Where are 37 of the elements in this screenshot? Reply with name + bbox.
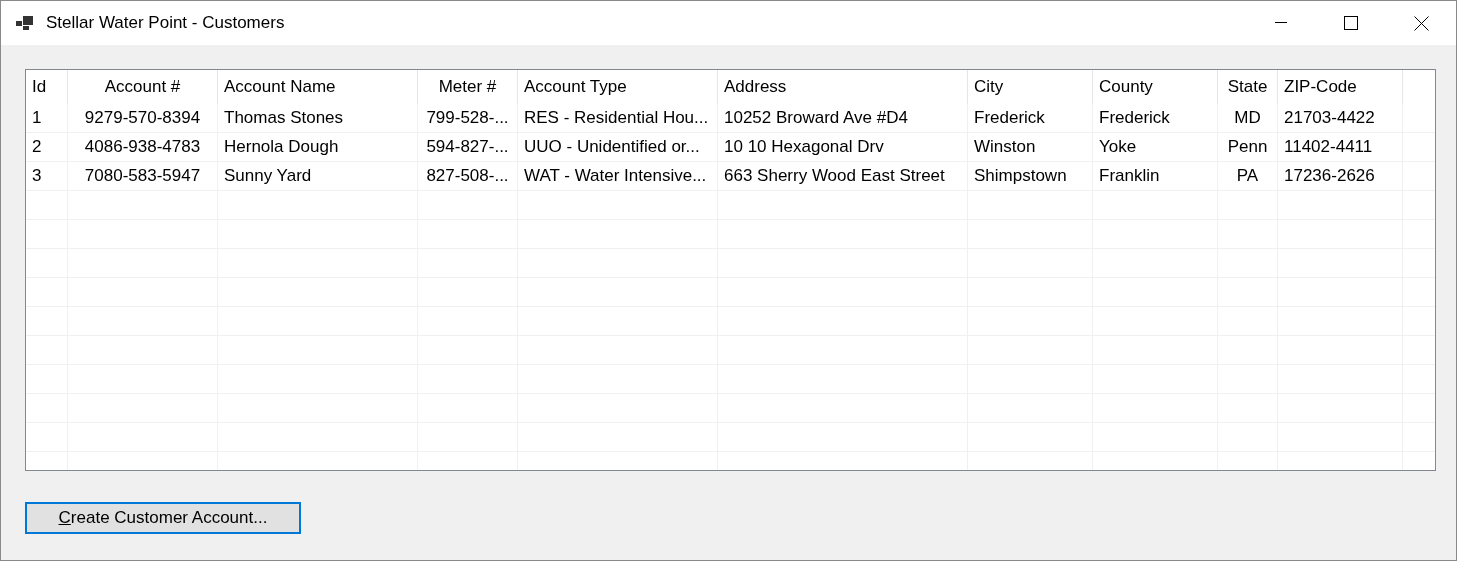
table-cell: Winston — [968, 133, 1093, 162]
customers-list[interactable] — [25, 69, 1436, 471]
table-cell: 4086-938-4783 — [68, 133, 218, 162]
column-header[interactable]: State — [1218, 70, 1278, 104]
column-header[interactable]: City — [968, 70, 1093, 104]
table-cell: 21703-4422 — [1278, 104, 1403, 133]
minimize-icon — [1275, 22, 1287, 24]
table-cell: UUO - Unidentified or... — [518, 133, 718, 162]
table-cell: 1 — [26, 104, 68, 133]
table-cell: MD — [1218, 104, 1278, 133]
table-cell: 594-827-... — [418, 133, 518, 162]
table-cell: Penn — [1218, 133, 1278, 162]
column-header[interactable]: Account # — [68, 70, 218, 104]
create-account-button[interactable]: Create Customer Account... — [25, 502, 301, 534]
column-header[interactable]: Account Name — [218, 70, 418, 104]
close-icon — [1413, 15, 1429, 31]
table-cell: 10 10 Hexagonal Drv — [718, 133, 968, 162]
app-icon — [16, 16, 34, 30]
table-cell: 10252 Broward Ave #D4 — [718, 104, 968, 133]
table-cell: RES - Residential Hou... — [518, 104, 718, 133]
table-cell: Frederick — [1093, 104, 1218, 133]
column-header[interactable]: Meter # — [418, 70, 518, 104]
column-header[interactable]: Id — [26, 70, 68, 104]
window-title: Stellar Water Point - Customers — [46, 13, 286, 33]
table-cell: Frederick — [968, 104, 1093, 133]
column-header[interactable]: County — [1093, 70, 1218, 104]
column-header[interactable]: ZIP-Code — [1278, 70, 1403, 104]
table-cell: Yoke — [1093, 133, 1218, 162]
maximize-icon — [1344, 16, 1358, 30]
table-cell: 11402-4411 — [1278, 133, 1403, 162]
column-header[interactable]: Address — [718, 70, 968, 104]
table-cell: Hernola Dough — [218, 133, 418, 162]
table-cell: Thomas Stones — [218, 104, 418, 133]
table-cell: 2 — [26, 133, 68, 162]
table-cell: 9279-570-8394 — [68, 104, 218, 133]
column-header[interactable]: Account Type — [518, 70, 718, 104]
table-cell: 799-528-... — [418, 104, 518, 133]
